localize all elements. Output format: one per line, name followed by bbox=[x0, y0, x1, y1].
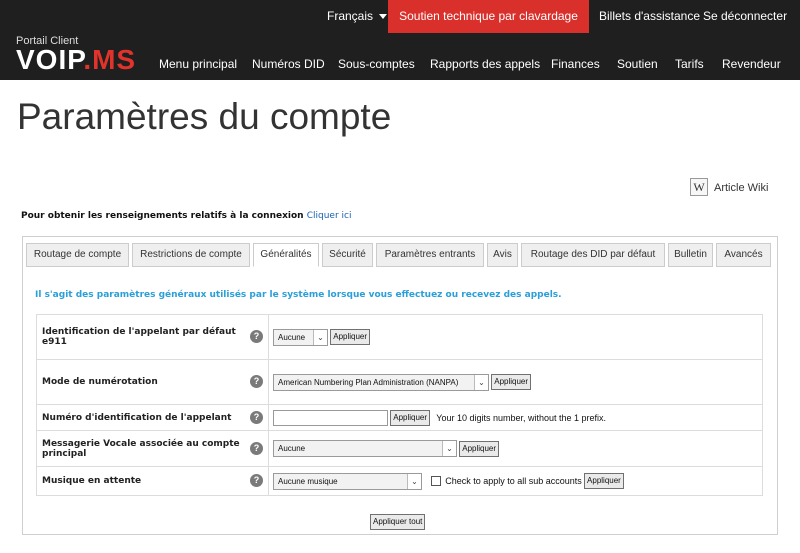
tab-inbound-settings[interactable]: Paramètres entrants bbox=[376, 243, 484, 267]
setting-value-cell: Aucune ⌄ Appliquer bbox=[268, 430, 763, 467]
hold-music-apply-button[interactable]: Appliquer bbox=[584, 473, 624, 489]
table-row: Mode de numérotation ? American Numberin… bbox=[36, 359, 763, 405]
chevron-down-icon: ⌄ bbox=[313, 329, 327, 345]
help-icon[interactable]: ? bbox=[250, 330, 263, 343]
nav-rates[interactable]: Tarifs bbox=[675, 57, 704, 71]
tab-account-routing[interactable]: Routage de compte bbox=[26, 243, 129, 267]
page-title: Paramètres du compte bbox=[17, 96, 392, 137]
setting-value-cell: Aucune musique ⌄ Check to apply to all su… bbox=[268, 466, 763, 496]
setting-value-cell: Appliquer Your 10 digits number, without… bbox=[268, 404, 763, 431]
wiki-article-link[interactable]: W Article Wiki bbox=[690, 178, 768, 198]
tab-general[interactable]: Généralités bbox=[253, 243, 319, 267]
checkbox-label: Check to apply to all sub accounts bbox=[445, 476, 582, 486]
nav-main-menu[interactable]: Menu principal bbox=[159, 57, 237, 71]
nav-sub-accounts[interactable]: Sous-comptes bbox=[338, 57, 415, 71]
setting-label-cell: Numéro d'identification de l'appelant ? bbox=[36, 404, 269, 431]
e911-selected-value: Aucune bbox=[278, 332, 306, 342]
chevron-down-icon: ⌄ bbox=[474, 374, 488, 390]
caret-down-icon bbox=[379, 14, 388, 20]
wiki-label: Article Wiki bbox=[714, 182, 769, 194]
voicemail-select[interactable]: Aucune ⌄ bbox=[273, 440, 457, 457]
caller-id-input[interactable] bbox=[273, 409, 388, 426]
connection-info: Pour obtenir les renseignements relatifs… bbox=[21, 211, 351, 221]
dial-mode-apply-button[interactable]: Appliquer bbox=[491, 374, 532, 390]
setting-label-cell: Identification de l'appelant par défaut … bbox=[36, 314, 269, 360]
table-row: Identification de l'appelant par défaut … bbox=[36, 314, 763, 360]
logo-accent: .MS bbox=[83, 44, 137, 75]
nav-support[interactable]: Soutien bbox=[617, 57, 658, 71]
e911-apply-button[interactable]: Appliquer bbox=[330, 329, 371, 345]
setting-value-cell: Aucune ⌄ Appliquer bbox=[268, 314, 763, 360]
hold-music-select[interactable]: Aucune musique ⌄ bbox=[273, 472, 422, 490]
table-row: Numéro d'identification de l'appelant ? … bbox=[36, 404, 763, 431]
support-tickets-link[interactable]: Billets d'assistance bbox=[599, 0, 700, 33]
chevron-down-icon: ⌄ bbox=[442, 441, 456, 456]
language-label: Français bbox=[327, 9, 374, 23]
dial-mode-selected-value: American Numbering Plan Administration (… bbox=[278, 377, 459, 387]
tab-advanced[interactable]: Avancés bbox=[716, 243, 771, 267]
chat-support-button[interactable]: Soutien technique par clavardage bbox=[388, 0, 589, 33]
setting-label: Identification de l'appelant par défaut … bbox=[42, 327, 236, 347]
voicemail-apply-button[interactable]: Appliquer bbox=[459, 440, 500, 457]
setting-value-cell: American Numbering Plan Administration (… bbox=[268, 359, 763, 405]
hold-music-selected-value: Aucune musique bbox=[278, 476, 338, 486]
help-icon[interactable]: ? bbox=[250, 474, 263, 487]
voicemail-selected-value: Aucune bbox=[278, 444, 306, 453]
apply-all-subaccounts-checkbox[interactable] bbox=[431, 476, 442, 486]
tab-default-did-routing[interactable]: Routage des DID par défaut bbox=[521, 243, 665, 267]
logout-link[interactable]: Se déconnecter bbox=[703, 0, 787, 33]
settings-table: Identification de l'appelant par défaut … bbox=[36, 314, 763, 496]
nav-reseller[interactable]: Revendeur bbox=[722, 57, 781, 71]
e911-select[interactable]: Aucune ⌄ bbox=[273, 328, 328, 346]
info-text: Il s'agit des paramètres généraux utilis… bbox=[35, 290, 562, 300]
setting-label-cell: Mode de numérotation ? bbox=[36, 359, 269, 405]
table-row: Messagerie Vocale associée au compte pri… bbox=[36, 430, 763, 467]
setting-label: Mode de numérotation bbox=[42, 377, 158, 387]
logo-main: VOIP bbox=[16, 44, 84, 75]
nav-call-reports[interactable]: Rapports des appels bbox=[430, 57, 540, 71]
chevron-down-icon: ⌄ bbox=[407, 473, 421, 489]
tab-security[interactable]: Sécurité bbox=[322, 243, 373, 267]
nav-did-numbers[interactable]: Numéros DID bbox=[252, 57, 325, 71]
help-icon[interactable]: ? bbox=[250, 410, 263, 424]
nav-finances[interactable]: Finances bbox=[551, 57, 600, 71]
setting-label-cell: Messagerie Vocale associée au compte pri… bbox=[36, 430, 269, 467]
logo[interactable]: VOIP.MS bbox=[16, 44, 136, 76]
apply-all-button[interactable]: Appliquer tout bbox=[370, 514, 426, 530]
setting-label-cell: Musique en attente ? bbox=[36, 466, 269, 496]
connection-link[interactable]: Cliquer ici bbox=[307, 211, 352, 221]
language-selector[interactable]: Français bbox=[327, 0, 388, 33]
tab-account-restrictions[interactable]: Restrictions de compte bbox=[132, 243, 250, 267]
tab-notifications[interactable]: Avis bbox=[487, 243, 518, 267]
setting-label: Numéro d'identification de l'appelant bbox=[42, 412, 232, 423]
dial-mode-select[interactable]: American Numbering Plan Administration (… bbox=[273, 373, 489, 391]
table-row: Musique en attente ? Aucune musique ⌄ Che… bbox=[36, 466, 763, 496]
setting-label: Musique en attente bbox=[42, 476, 142, 486]
caller-id-note: Your 10 digits number, without the 1 pre… bbox=[436, 412, 607, 423]
setting-label: Messagerie Vocale associée au compte pri… bbox=[42, 438, 240, 459]
help-icon[interactable]: ? bbox=[250, 441, 263, 455]
connection-text: Pour obtenir les renseignements relatifs… bbox=[21, 211, 304, 221]
help-icon[interactable]: ? bbox=[250, 375, 263, 388]
tab-bulletin[interactable]: Bulletin bbox=[668, 243, 713, 267]
wikipedia-icon: W bbox=[690, 178, 708, 196]
caller-id-apply-button[interactable]: Appliquer bbox=[390, 409, 431, 426]
